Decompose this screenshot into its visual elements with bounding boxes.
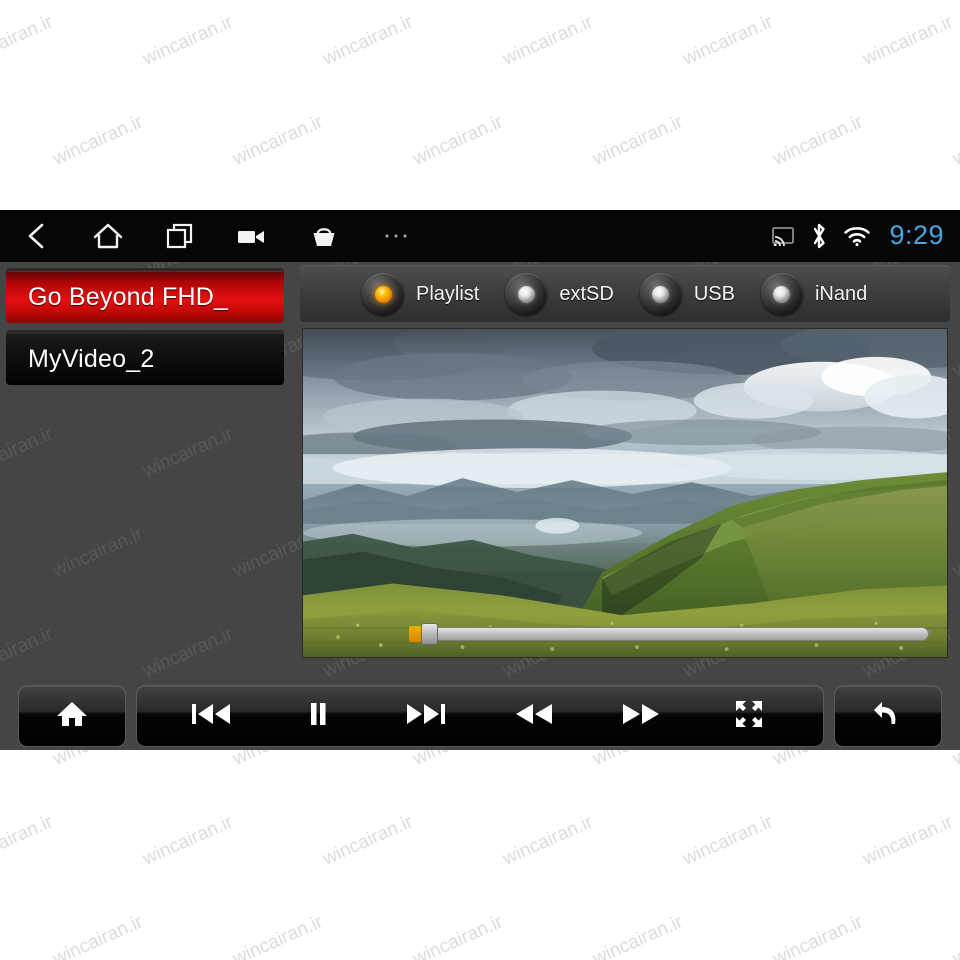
watermark-text: wincairan.ir	[0, 811, 57, 870]
watermark-text: wincairan.ir	[949, 111, 960, 170]
transport-control-bar	[0, 682, 960, 750]
playlist-item-label: Go Beyond FHD_	[28, 282, 229, 311]
source-option-extsd[interactable]: extSD	[505, 273, 614, 315]
source-label-playlist: Playlist	[416, 282, 480, 305]
camera-nav-button[interactable]	[216, 210, 288, 262]
watermark-text: wincairan.ir	[769, 111, 867, 170]
watermark-text: wincairan.ir	[949, 911, 960, 960]
source-label-inand: iNand	[814, 282, 868, 305]
watermark-text: wincairan.ir	[319, 11, 417, 70]
back-button[interactable]	[834, 685, 942, 747]
home-icon	[55, 699, 89, 734]
source-option-inand[interactable]: iNand	[760, 273, 868, 315]
watermark-text: wincairan.ir	[859, 811, 957, 870]
led-indicator-extsd	[505, 273, 548, 315]
recents-nav-button[interactable]	[144, 210, 216, 262]
playlist-item-1[interactable]: MyVideo_2	[6, 330, 284, 385]
previous-track-icon	[190, 701, 232, 732]
source-selector-bar: Playlist extSD USB iNand	[300, 265, 950, 322]
chevron-left-icon	[23, 221, 49, 251]
video-frame-image	[303, 329, 947, 657]
source-option-usb[interactable]: USB	[639, 273, 735, 315]
more-dots-icon	[383, 231, 409, 241]
watermark-text: wincairan.ir	[139, 11, 237, 70]
status-bar-clock: 9:29	[889, 219, 944, 250]
back-nav-button[interactable]	[0, 210, 72, 262]
more-nav-button[interactable]	[360, 210, 432, 262]
seek-bar-thumb[interactable]	[421, 623, 438, 645]
seek-bar[interactable]	[409, 623, 929, 645]
cast-screen-icon[interactable]	[771, 226, 795, 246]
wifi-icon[interactable]	[843, 225, 871, 247]
watermark-text: wincairan.ir	[49, 911, 147, 960]
watermark-text: wincairan.ir	[139, 811, 237, 870]
fullscreen-button[interactable]	[721, 685, 777, 747]
home-button[interactable]	[18, 685, 126, 747]
content-panel: Playlist extSD USB iNand	[290, 262, 960, 682]
seek-bar-track[interactable]	[436, 627, 929, 641]
recents-squares-icon	[164, 221, 196, 251]
watermark-text: wincairan.ir	[589, 111, 687, 170]
previous-track-button[interactable]	[183, 685, 239, 747]
basket-icon	[310, 222, 338, 250]
source-option-playlist[interactable]: Playlist	[362, 273, 479, 315]
playlist-item-0[interactable]: Go Beyond FHD_	[6, 268, 284, 323]
next-track-button[interactable]	[398, 685, 454, 747]
playlist-item-label: MyVideo_2	[28, 344, 155, 373]
nav-button-group	[0, 210, 432, 262]
watermark-text: wincairan.ir	[49, 111, 147, 170]
video-preview[interactable]	[302, 328, 948, 658]
home-outline-icon	[92, 221, 124, 251]
led-indicator-playlist	[362, 273, 404, 315]
fast-forward-icon	[620, 701, 662, 732]
playlist-panel: Go Beyond FHD_ MyVideo_2	[0, 262, 290, 682]
led-indicator-inand	[760, 273, 803, 315]
source-label-usb: USB	[693, 282, 735, 305]
system-icon-tray: 9:29	[771, 220, 960, 253]
watermark-text: wincairan.ir	[679, 811, 777, 870]
player-main-area: wincairan.ir wincairan.ir wincairan.ir winc…	[0, 262, 960, 750]
watermark-text: wincairan.ir	[859, 11, 957, 70]
rewind-icon	[513, 701, 555, 732]
led-indicator-usb	[639, 273, 682, 315]
watermark-text: wincairan.ir	[409, 111, 507, 170]
transport-button-group	[136, 685, 824, 747]
pause-icon	[306, 701, 330, 732]
car-head-unit-screen: 9:29 wincairan.ir wincairan.ir wincairan.i…	[0, 210, 960, 750]
source-label-extsd: extSD	[559, 282, 614, 305]
watermark-text: wincairan.ir	[499, 811, 597, 870]
watermark-text: wincairan.ir	[229, 911, 327, 960]
pause-button[interactable]	[290, 685, 346, 747]
watermark-text: wincairan.ir	[769, 911, 867, 960]
watermark-text: wincairan.ir	[319, 811, 417, 870]
video-camera-icon	[236, 225, 268, 247]
basket-nav-button[interactable]	[288, 210, 360, 262]
fullscreen-icon	[734, 699, 764, 734]
watermark-text: wincairan.ir	[679, 11, 777, 70]
fast-forward-button[interactable]	[613, 685, 669, 747]
android-status-bar: 9:29	[0, 210, 960, 262]
screenshot-root: wincairan.ir wincairan.ir wincairan.ir winc…	[0, 0, 960, 960]
watermark-text: wincairan.ir	[409, 911, 507, 960]
home-nav-button[interactable]	[72, 210, 144, 262]
bluetooth-icon[interactable]	[809, 222, 829, 250]
watermark-text: wincairan.ir	[589, 911, 687, 960]
watermark-text: wincairan.ir	[0, 11, 57, 70]
watermark-text: wincairan.ir	[229, 111, 327, 170]
watermark-text: wincairan.ir	[499, 11, 597, 70]
back-arrow-icon	[871, 699, 905, 734]
next-track-icon	[405, 701, 447, 732]
rewind-button[interactable]	[506, 685, 562, 747]
